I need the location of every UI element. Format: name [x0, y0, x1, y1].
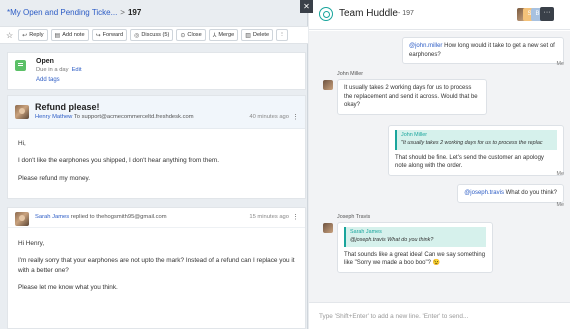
ticket-toolbar: ☆ ↩ Reply ▤ Add note ↪ Forward ◎ Discuss (5)… [0, 26, 308, 44]
reply-body: Hi Henry, I'm really sorry that your ear… [8, 228, 305, 311]
ticket-body-line: Hi, [18, 140, 26, 147]
mention-link[interactable]: @joseph.travis [464, 190, 504, 196]
message-text: That sounds like a great idea! Can we sa… [344, 251, 486, 267]
star-icon[interactable]: ☆ [6, 31, 13, 40]
reply-from: Sarah James replied to thehogsmith95@gma… [35, 214, 167, 220]
chat-message: John Miller "It usually takes 2 working … [388, 125, 564, 177]
due-text: Due in a day [36, 67, 69, 73]
reply-icon: ↩ [22, 32, 28, 39]
huddle-logo-icon [319, 7, 333, 21]
add-note-label: Add note [62, 32, 85, 38]
reply-time: 15 minutes ago [249, 214, 289, 220]
quote-text: @joseph.travis What do you think? [350, 236, 434, 243]
message-input[interactable] [319, 310, 559, 322]
forward-icon: ↪ [95, 32, 101, 39]
reply-body-line: Hi Henry, [18, 240, 45, 247]
close-icon: ⊙ [180, 32, 186, 39]
huddle-title: Team Huddle [339, 8, 398, 19]
kebab-icon: ⋮ [279, 32, 285, 38]
quoted-message: Sarah James @joseph.travis What do you t… [344, 227, 486, 247]
message-author: Me [556, 171, 565, 177]
message-text: That should be fine. Let's send the cust… [395, 154, 544, 170]
message-composer [309, 302, 570, 329]
huddle-header: Team Huddle - 197 S B ··· [309, 0, 570, 30]
sender-name[interactable]: Henry Mathew [35, 114, 72, 120]
reply-message-header: Sarah James replied to thehogsmith95@gma… [8, 208, 305, 228]
to-word: To [73, 114, 81, 120]
huddle-ticket-number: - 197 [398, 10, 414, 17]
chat-message: @joseph.travis What do you think? [457, 184, 564, 203]
note-icon: ▤ [54, 32, 61, 39]
due-info: Due in a day Edit [36, 67, 82, 73]
close-huddle-icon[interactable]: ✕ [300, 0, 313, 13]
more-actions-button[interactable]: ⋮ [276, 29, 289, 41]
avatar [15, 212, 29, 226]
quote-text: "It usually takes 2 working days for us … [401, 139, 543, 146]
reply-action: replied to [70, 214, 95, 220]
avatar [323, 80, 333, 90]
merge-icon: ⅄ [212, 32, 217, 39]
reply-body-line: Please let me know what you think. [18, 283, 118, 291]
status-icon [15, 60, 26, 71]
message-author: John Miller [337, 71, 364, 77]
discuss-button[interactable]: ◎ Discuss (5) [130, 29, 174, 41]
merge-button[interactable]: ⅄ Merge [208, 29, 239, 41]
discuss-label: Discuss (5) [141, 32, 170, 38]
reply-label: Reply [29, 32, 44, 38]
close-label: Close [187, 32, 202, 38]
ticket-number: 197 [127, 8, 142, 17]
reply-button[interactable]: ↩ Reply [18, 29, 48, 41]
recipient-email: thehogsmith95@gmail.com [96, 214, 167, 220]
edit-due-link[interactable]: Edit [72, 67, 82, 73]
add-note-button[interactable]: ▤ Add note [50, 29, 89, 41]
merge-label: Merge [218, 32, 235, 38]
breadcrumb-separator: > [120, 8, 125, 17]
quote-author: Sarah James [350, 229, 382, 235]
quote-author: John Miller [401, 132, 428, 138]
team-huddle-panel: Team Huddle - 197 S B ··· @john.miller H… [309, 0, 570, 329]
reply-body-line: I'm really sorry that your earphones are… [18, 257, 295, 274]
status-label: Open [36, 58, 54, 65]
ticket-body: Hi, I don't like the earphones you shipp… [8, 129, 305, 201]
ticket-body-line: Please refund my money. [18, 174, 90, 182]
chat-message: It usually takes 2 working days for us t… [337, 79, 487, 116]
reply-message: Sarah James replied to thehogsmith95@gma… [7, 207, 306, 329]
recipient-email: support@acmecommerceltd.freshdesk.com [81, 114, 194, 120]
chat-message: Sarah James @joseph.travis What do you t… [337, 222, 493, 274]
breadcrumb-link[interactable]: My Open and Pending Ticke... [10, 8, 117, 17]
breadcrumb: *My Open and Pending Ticke... >197 [7, 8, 141, 17]
ticket-message-header: Refund please! Henry Mathew To support@a… [8, 96, 305, 129]
message-text: It usually takes 2 working days for us t… [344, 85, 478, 109]
discuss-icon: ◎ [134, 32, 140, 39]
message-author: Me [556, 202, 565, 208]
chat-thread: @john.miller How long would it take to g… [309, 31, 570, 302]
avatar [15, 105, 29, 119]
ticket-body-line: I don't like the earphones you shipped, … [18, 157, 220, 165]
forward-label: Forward [102, 32, 124, 38]
avatar [323, 223, 333, 233]
forward-button[interactable]: ↪ Forward [91, 29, 128, 41]
sender-name[interactable]: Sarah James [35, 214, 69, 220]
ticket-subject: Refund please! [35, 102, 100, 112]
mention-link[interactable]: @john.miller [409, 43, 442, 49]
chat-message: @john.miller How long would it take to g… [402, 37, 564, 65]
delete-button[interactable]: ▥ Delete [241, 29, 274, 41]
ticket-message: Refund please! Henry Mathew To support@a… [7, 95, 306, 199]
message-text: What do you think? [503, 190, 557, 196]
more-icon[interactable]: ··· [540, 7, 554, 21]
trash-icon: ▥ [245, 32, 251, 39]
delete-label: Delete [252, 32, 270, 38]
status-card: Open Due in a day Edit Add tags [7, 52, 306, 90]
ticket-pane: *My Open and Pending Ticke... >197 ☆ ↩ Rep… [0, 0, 308, 329]
add-tags-link[interactable]: Add tags [36, 77, 60, 83]
ticket-from: Henry Mathew To support@acmecommerceltd.… [35, 114, 194, 120]
close-button[interactable]: ⊙ Close [176, 29, 206, 41]
kebab-icon[interactable]: ⋮ [292, 213, 299, 221]
kebab-icon[interactable]: ⋮ [292, 113, 299, 121]
ticket-time: 40 minutes ago [249, 114, 289, 120]
message-author: Me [556, 61, 565, 67]
message-author: Joseph Travis [337, 214, 371, 220]
quoted-message: John Miller "It usually takes 2 working … [395, 130, 557, 150]
